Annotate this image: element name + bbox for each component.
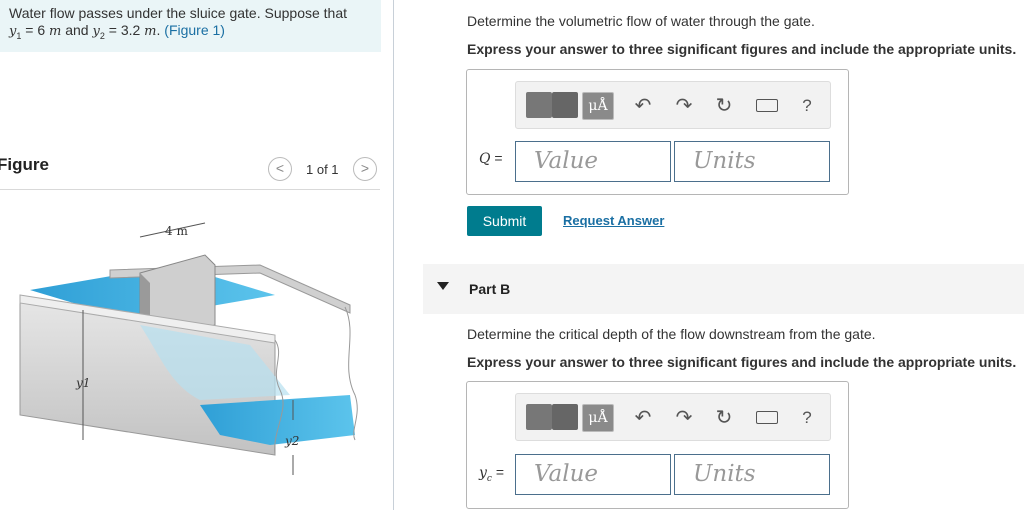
- and-text: and: [61, 22, 93, 38]
- part-b-header[interactable]: Part B: [423, 264, 1024, 314]
- width-label: 4 m: [165, 224, 188, 238]
- problem-line2: y1 = 6 m and y2 = 3.2 m. (Figure 1): [9, 22, 381, 45]
- figure-count: 1 of 1: [306, 162, 339, 177]
- undo-icon[interactable]: ↶: [632, 95, 654, 117]
- part-b-question: Determine the critical depth of the flow…: [467, 326, 876, 342]
- keyboard-icon[interactable]: [756, 411, 778, 424]
- next-figure-button[interactable]: >: [353, 157, 377, 181]
- part-a-units-input[interactable]: Units: [674, 141, 830, 182]
- reset-icon[interactable]: ↻: [713, 95, 735, 117]
- help-button[interactable]: ?: [796, 407, 818, 429]
- reset-icon[interactable]: ↻: [713, 407, 735, 429]
- left-panel: Water flow passes under the sluice gate.…: [0, 0, 394, 510]
- part-a-answer-box: μÅ ↶ ↷ ↻ ? Q = Value Units: [466, 69, 849, 195]
- page: Water flow passes under the sluice gate.…: [0, 0, 1024, 510]
- y2-value: = 3.2: [104, 22, 145, 38]
- q-symbol: Q: [479, 151, 491, 167]
- q-equals: =: [490, 150, 503, 166]
- help-button[interactable]: ?: [796, 95, 818, 117]
- keyboard-icon[interactable]: [756, 99, 778, 112]
- part-b-instruction: Express your answer to three significant…: [467, 354, 1017, 370]
- submit-button[interactable]: Submit: [467, 206, 542, 236]
- request-answer-link[interactable]: Request Answer: [563, 213, 664, 228]
- templates-button[interactable]: [526, 92, 552, 118]
- part-b-value-input[interactable]: Value: [515, 454, 671, 495]
- q-label: Q =: [479, 150, 503, 167]
- templates-button-2[interactable]: [552, 404, 578, 430]
- units-button[interactable]: μÅ: [582, 404, 614, 432]
- y2-label: y2: [284, 434, 299, 448]
- figure-title: Figure: [0, 155, 49, 174]
- y1-label: y1: [75, 376, 90, 390]
- figure-link[interactable]: (Figure 1): [164, 22, 225, 38]
- yc-equals: =: [491, 464, 505, 480]
- templates-button-2[interactable]: [552, 92, 578, 118]
- problem-line1: Water flow passes under the sluice gate.…: [9, 5, 348, 21]
- units-button[interactable]: μÅ: [582, 92, 614, 120]
- chevron-right-icon: >: [360, 160, 370, 176]
- part-a-toolbar: μÅ ↶ ↷ ↻ ?: [515, 81, 831, 129]
- y1-unit: m: [49, 24, 62, 39]
- problem-statement: Water flow passes under the sluice gate.…: [0, 0, 381, 52]
- part-a-value-input[interactable]: Value: [515, 141, 671, 182]
- y2-symbol: y: [92, 24, 100, 39]
- part-a-instruction: Express your answer to three significant…: [467, 41, 1017, 57]
- undo-icon[interactable]: ↶: [632, 407, 654, 429]
- figure-header: Figure < 1 of 1 >: [0, 148, 380, 190]
- part-b-units-input[interactable]: Units: [674, 454, 830, 495]
- part-b-title: Part B: [469, 281, 511, 297]
- redo-icon[interactable]: ↷: [673, 407, 695, 429]
- chevron-left-icon: <: [275, 160, 285, 176]
- part-a-question: Determine the volumetric flow of water t…: [467, 13, 815, 29]
- sluice-gate-figure: 4 m y1 y2: [19, 222, 358, 475]
- templates-button[interactable]: [526, 404, 552, 430]
- part-b-answer-box: μÅ ↶ ↷ ↻ ? yc = Value Units: [466, 381, 849, 509]
- y2-unit: m: [144, 24, 157, 39]
- part-b-toolbar: μÅ ↶ ↷ ↻ ?: [515, 393, 831, 441]
- redo-icon[interactable]: ↷: [673, 95, 695, 117]
- collapse-arrow-icon[interactable]: [437, 282, 449, 290]
- yc-symbol: y: [479, 465, 487, 481]
- yc-label: yc =: [479, 464, 504, 484]
- previous-figure-button[interactable]: <: [268, 157, 292, 181]
- y1-value: = 6: [21, 22, 50, 38]
- right-panel: Determine the volumetric flow of water t…: [395, 0, 1024, 510]
